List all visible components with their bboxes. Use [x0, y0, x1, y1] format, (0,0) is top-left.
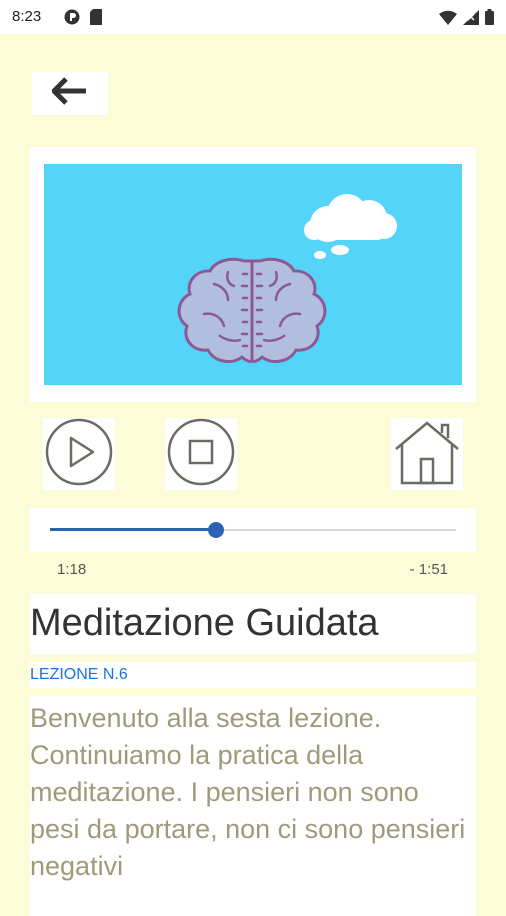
- brain-illustration: [177, 194, 397, 363]
- play-icon: [45, 418, 113, 491]
- page-title: Meditazione Guidata: [30, 602, 379, 644]
- status-icons-left: [64, 9, 102, 30]
- app-notification-icon: [64, 9, 80, 30]
- home-button[interactable]: [391, 418, 463, 490]
- back-button[interactable]: [32, 72, 108, 115]
- status-time: 8:23: [12, 8, 42, 25]
- thought-cloud-icon: [304, 194, 397, 259]
- stop-icon: [167, 418, 235, 491]
- seek-bar[interactable]: [30, 508, 476, 552]
- video-illustration: [44, 164, 462, 385]
- stop-button[interactable]: [165, 418, 237, 490]
- lesson-label: LEZIONE N.6: [30, 666, 128, 683]
- wifi-icon: [439, 10, 457, 30]
- title-card: Meditazione Guidata: [30, 594, 476, 654]
- video-player[interactable]: [30, 147, 476, 402]
- remaining-time: - 1:51: [409, 561, 448, 578]
- seek-progress: [50, 528, 217, 531]
- home-icon: [392, 419, 462, 490]
- status-bar: 8:23: [0, 0, 506, 34]
- lesson-description: Benvenuto alla sesta lezione. Continuiam…: [30, 703, 466, 881]
- battery-icon: [485, 9, 494, 30]
- sd-card-icon: [90, 9, 102, 30]
- status-icons-right: [439, 9, 494, 30]
- elapsed-time: 1:18: [57, 561, 87, 578]
- cell-signal-icon: [463, 9, 479, 30]
- lesson-card: LEZIONE N.6: [30, 662, 476, 688]
- seek-track[interactable]: [50, 522, 456, 538]
- play-button[interactable]: [43, 418, 115, 490]
- description-card: Benvenuto alla sesta lezione. Continuiam…: [30, 696, 476, 916]
- arrow-left-icon: [50, 77, 88, 110]
- seek-thumb[interactable]: [208, 522, 225, 538]
